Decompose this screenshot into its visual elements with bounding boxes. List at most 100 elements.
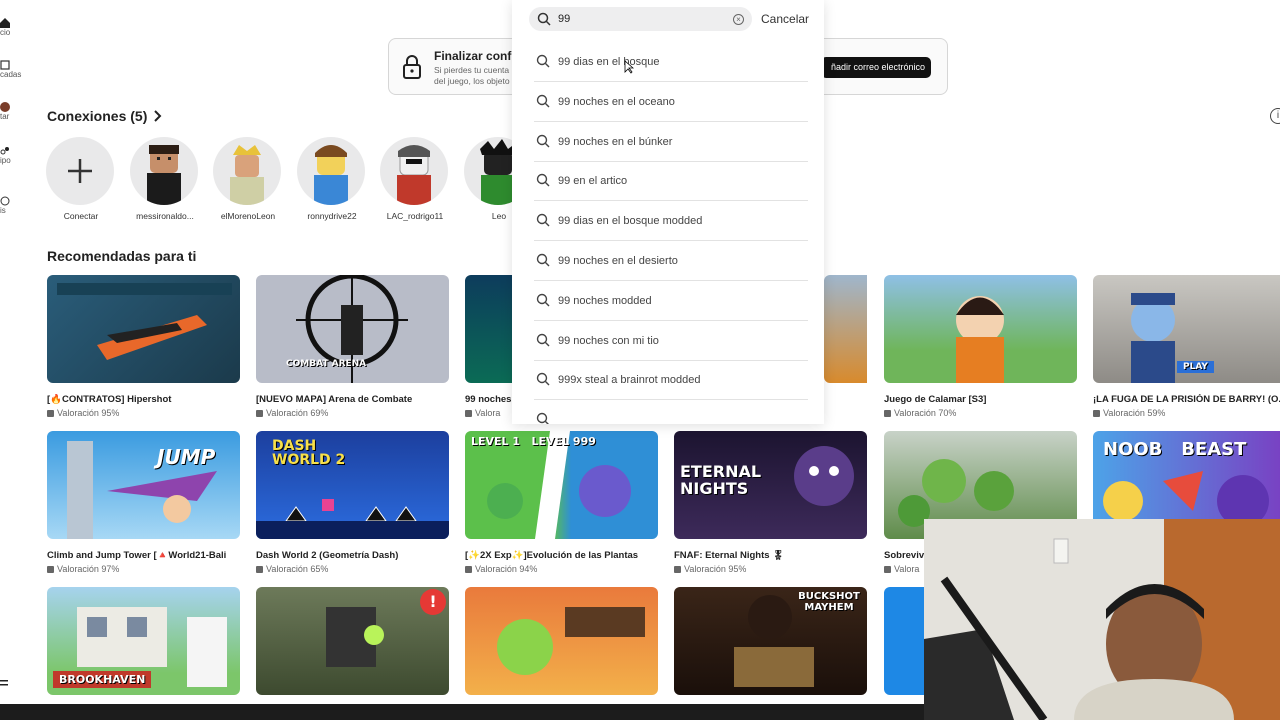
- nav-home[interactable]: cio: [0, 18, 24, 37]
- suggestion-text: 99 noches en el búnker: [558, 136, 673, 148]
- nav-bottom[interactable]: [0, 678, 24, 688]
- add-email-button[interactable]: ñadir correo electrónico: [821, 57, 931, 78]
- nav-charts[interactable]: cadas: [0, 60, 24, 79]
- thumbs-up-icon: [256, 410, 263, 417]
- charts-icon: [0, 60, 10, 70]
- game-thumbnail: COMBAT ARENA: [256, 275, 449, 383]
- search-icon: [536, 213, 550, 227]
- search-icon: [536, 372, 550, 386]
- game-card[interactable]: [824, 275, 867, 383]
- game-rating: Valoración 97%: [47, 564, 240, 574]
- nav-more-label: is: [0, 206, 6, 215]
- game-title: ¡LA FUGA DE LA PRISIÓN DE BARRY! (O...: [1093, 394, 1280, 405]
- game-thumbnail: PLAY: [1093, 275, 1280, 383]
- cursor-icon: [624, 60, 634, 74]
- thumbs-up-icon: [47, 410, 54, 417]
- game-title: FNAF: Eternal Nights 🎖: [674, 550, 785, 561]
- banner-description: Si pierdes tu cuenta del juego, los obje…: [434, 65, 524, 87]
- thumb-text: BUCKSHOT MAYHEM: [798, 591, 860, 613]
- search-icon: [536, 293, 550, 307]
- game-rating: Valoración 69%: [256, 408, 449, 418]
- nav-avatar-label: tar: [0, 112, 10, 121]
- friend-item[interactable]: ronnydrive22: [297, 137, 367, 221]
- suggestion-text: 99 noches en el oceano: [558, 96, 675, 108]
- game-card[interactable]: ETERNAL NIGHTS FNAF: Eternal Nights 🎖 Va…: [674, 431, 867, 574]
- search-value: 99: [558, 13, 571, 25]
- thumbs-up-icon: [674, 566, 681, 573]
- nav-avatar[interactable]: tar: [0, 102, 24, 121]
- search-suggestion[interactable]: 99 noches con mi tio: [534, 321, 808, 361]
- info-icon[interactable]: i: [1270, 108, 1280, 124]
- game-rating: Valoración 59%: [1093, 408, 1280, 418]
- chevron-right-icon: [154, 110, 162, 122]
- friend-item[interactable]: elMorenoLeon: [213, 137, 283, 221]
- avatar-icon: [0, 102, 10, 112]
- friend-item[interactable]: LAC_rodrigo11: [380, 137, 450, 221]
- menu-icon: [0, 680, 8, 686]
- game-card[interactable]: BUCKSHOT MAYHEM: [674, 587, 867, 695]
- search-input[interactable]: 99 ×: [529, 7, 752, 31]
- search-suggestion[interactable]: 99 noches en el búnker: [534, 122, 808, 162]
- game-card[interactable]: 99 noches Valora: [465, 275, 512, 418]
- search-suggestion[interactable]: 99 noches modded: [534, 281, 808, 321]
- left-nav-rail: cio cadas tar ipo is: [0, 0, 24, 720]
- home-icon: [0, 18, 10, 28]
- game-thumbnail: [465, 587, 658, 695]
- thumb-text: DASH WORLD 2: [272, 438, 346, 468]
- search-suggestion-partial[interactable]: [534, 400, 808, 424]
- game-rating: Valoración 65%: [256, 564, 449, 574]
- game-thumbnail: [884, 275, 1077, 383]
- game-card[interactable]: [🔥CONTRATOS] Hipershot Valoración 95%: [47, 275, 240, 418]
- game-card[interactable]: JUMP Climb and Jump Tower [🔺World21-Bali…: [47, 431, 240, 574]
- alert-badge: !: [420, 589, 446, 615]
- search-suggestion[interactable]: 99 en el artico: [534, 161, 808, 201]
- nav-more[interactable]: is: [0, 196, 24, 215]
- nav-charts-label: cadas: [0, 70, 22, 79]
- game-rating: Valoración 95%: [674, 564, 867, 574]
- game-card[interactable]: DASH WORLD 2 Dash World 2 (Geometría Das…: [256, 431, 449, 574]
- friend-name: ronnydrive22: [307, 211, 357, 221]
- game-title: Juego de Calamar [S3]: [884, 394, 987, 405]
- nav-groups-label: ipo: [0, 156, 11, 165]
- game-card[interactable]: BROOKHAVEN: [47, 587, 240, 695]
- connect-button[interactable]: Conectar: [46, 137, 116, 221]
- game-card[interactable]: Juego de Calamar [S3] Valoración 70%: [884, 275, 1077, 418]
- game-rating: Valoración 94%: [465, 564, 658, 574]
- game-card[interactable]: PLAY ¡LA FUGA DE LA PRISIÓN DE BARRY! (O…: [1093, 275, 1280, 418]
- search-icon: [536, 173, 550, 187]
- thumb-text: JUMP: [157, 445, 216, 469]
- nav-groups[interactable]: ipo: [0, 146, 24, 165]
- game-thumbnail: [884, 587, 924, 695]
- search-icon: [536, 54, 550, 68]
- thumb-text: NOOB BEAST: [1103, 439, 1247, 460]
- more-icon: [0, 196, 10, 206]
- search-suggestion[interactable]: 99 dias en el bosque modded: [534, 201, 808, 241]
- avatar: [380, 137, 448, 205]
- search-suggestion[interactable]: 99 dias en el bosque: [534, 42, 808, 82]
- search-suggestion[interactable]: 999x steal a brainrot modded: [534, 360, 808, 400]
- game-thumbnail: BROOKHAVEN: [47, 587, 240, 695]
- game-card[interactable]: [465, 587, 658, 695]
- friend-name: Conectar: [63, 211, 99, 221]
- webcam-overlay: [924, 519, 1280, 720]
- search-icon: [536, 134, 550, 148]
- recommended-title: Recomendadas para ti: [47, 248, 197, 264]
- add-icon: [46, 137, 114, 205]
- clear-icon[interactable]: ×: [733, 14, 744, 25]
- search-suggestion[interactable]: 99 noches en el oceano: [534, 82, 808, 122]
- search-icon: [537, 12, 551, 26]
- search-icon: [536, 253, 550, 267]
- groups-icon: [0, 147, 9, 155]
- friend-item[interactable]: messironaldo...: [130, 137, 200, 221]
- cancel-button[interactable]: Cancelar: [761, 12, 809, 26]
- banner-title: Finalizar config: [434, 49, 523, 63]
- game-title: 99 noches: [465, 394, 512, 405]
- search-suggestion[interactable]: 99 noches en el desierto: [534, 241, 808, 281]
- connections-title[interactable]: Conexiones (5): [47, 108, 163, 124]
- game-title: Dash World 2 (Geometría Dash): [256, 550, 399, 561]
- thumbs-up-icon: [1093, 410, 1100, 417]
- game-card[interactable]: COMBAT ARENA [NUEVO MAPA] Arena de Comba…: [256, 275, 449, 418]
- game-card[interactable]: !: [256, 587, 449, 695]
- game-card[interactable]: [884, 587, 924, 695]
- game-card[interactable]: LEVEL 1 LEVEL 999 [✨2X Exp✨]Evolución de…: [465, 431, 658, 574]
